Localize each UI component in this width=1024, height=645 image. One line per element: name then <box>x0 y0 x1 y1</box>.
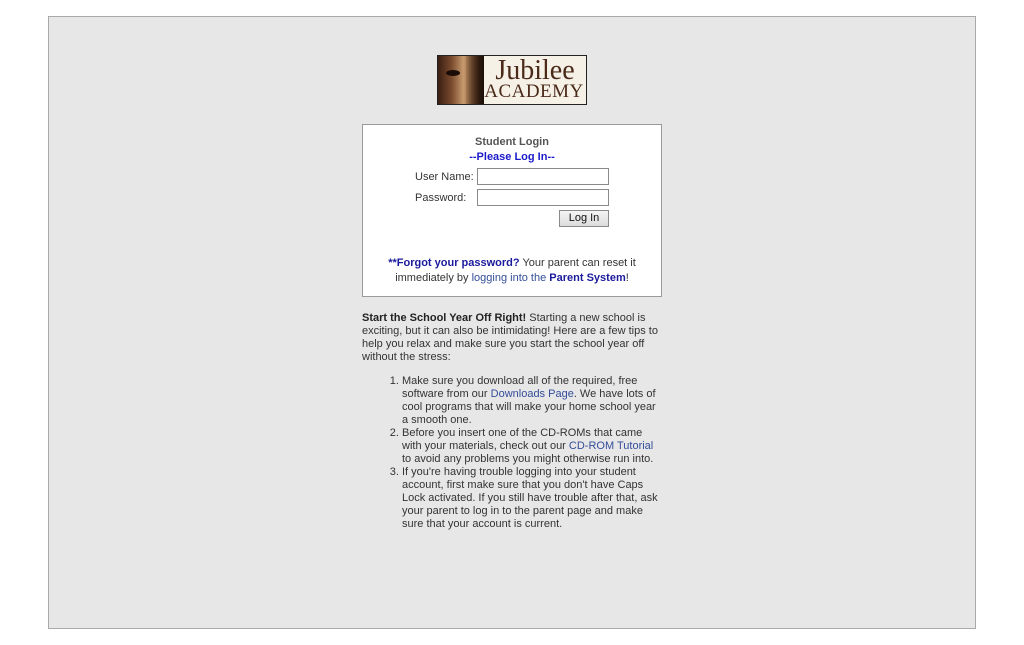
student-login-box: Student Login --Please Log In-- User Nam… <box>362 124 662 297</box>
login-subtitle: --Please Log In-- <box>469 151 555 163</box>
downloads-page-link[interactable]: Downloads Page <box>491 388 574 400</box>
forgot-password-link[interactable]: **Forgot your password? <box>388 257 519 269</box>
login-title: Student Login <box>475 136 549 148</box>
forgot-text-3: ! <box>625 272 629 284</box>
log-in-button[interactable]: Log In <box>559 210 609 227</box>
username-input[interactable] <box>477 168 609 185</box>
password-label: Password: <box>415 192 467 204</box>
tip-text: If you're having trouble logging into yo… <box>402 466 658 530</box>
tips-intro-title: Start the School Year Off Right! <box>362 312 527 324</box>
username-label: User Name: <box>415 171 474 183</box>
logo-eye <box>446 70 460 76</box>
logo-subname: ACADEMY <box>484 81 584 102</box>
tips-intro: Start the School Year Off Right! Startin… <box>362 312 662 364</box>
cd-rom-tutorial-link[interactable]: CD-ROM Tutorial <box>569 440 653 452</box>
tips-list: Make sure you download all of the requir… <box>362 375 662 531</box>
forgot-password-note: **Forgot your password? Your parent can … <box>373 256 651 286</box>
page-frame: Jubilee ACADEMY Student Login --Please L… <box>48 16 976 629</box>
list-item: If you're having trouble logging into yo… <box>402 466 662 531</box>
list-item: Before you insert one of the CD-ROMs tha… <box>402 427 662 466</box>
list-item: Make sure you download all of the requir… <box>402 375 662 427</box>
parent-system-link[interactable]: Parent System <box>549 272 625 284</box>
jubilee-academy-logo: Jubilee ACADEMY <box>437 55 587 105</box>
tips-section: Start the School Year Off Right! Startin… <box>362 312 662 531</box>
logging-into-link[interactable]: logging into the <box>472 272 547 284</box>
tip-text: to avoid any problems you might otherwis… <box>402 453 654 465</box>
password-input[interactable] <box>477 189 609 206</box>
logo-shade <box>466 56 484 104</box>
logo-face-image <box>438 56 484 104</box>
